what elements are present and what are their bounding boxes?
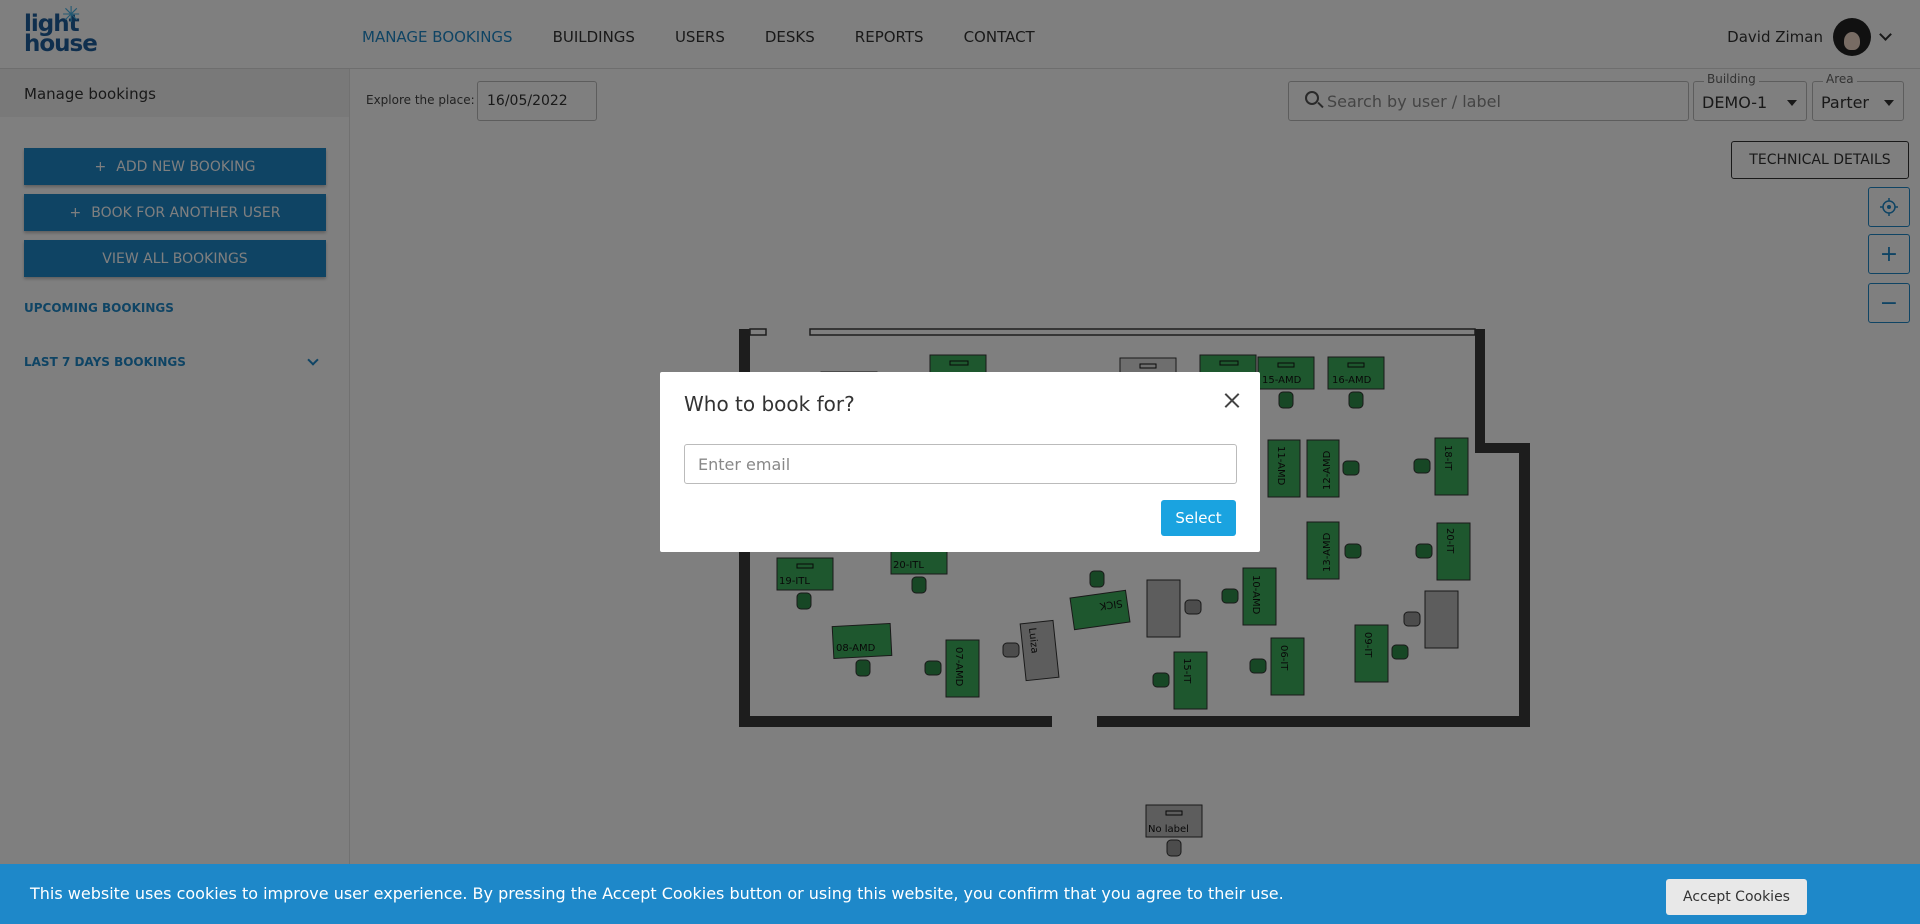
email-field[interactable]: Enter email [684,444,1237,484]
cookie-banner: This website uses cookies to improve use… [0,864,1920,924]
cookie-text: This website uses cookies to improve use… [30,884,1284,903]
dialog-title: Who to book for? [684,392,855,416]
accept-cookies-button[interactable]: Accept Cookies [1666,879,1807,915]
who-to-book-for-dialog: Who to book for? Enter email Select [660,372,1260,552]
close-icon[interactable] [1222,390,1242,410]
select-button[interactable]: Select [1161,500,1236,536]
